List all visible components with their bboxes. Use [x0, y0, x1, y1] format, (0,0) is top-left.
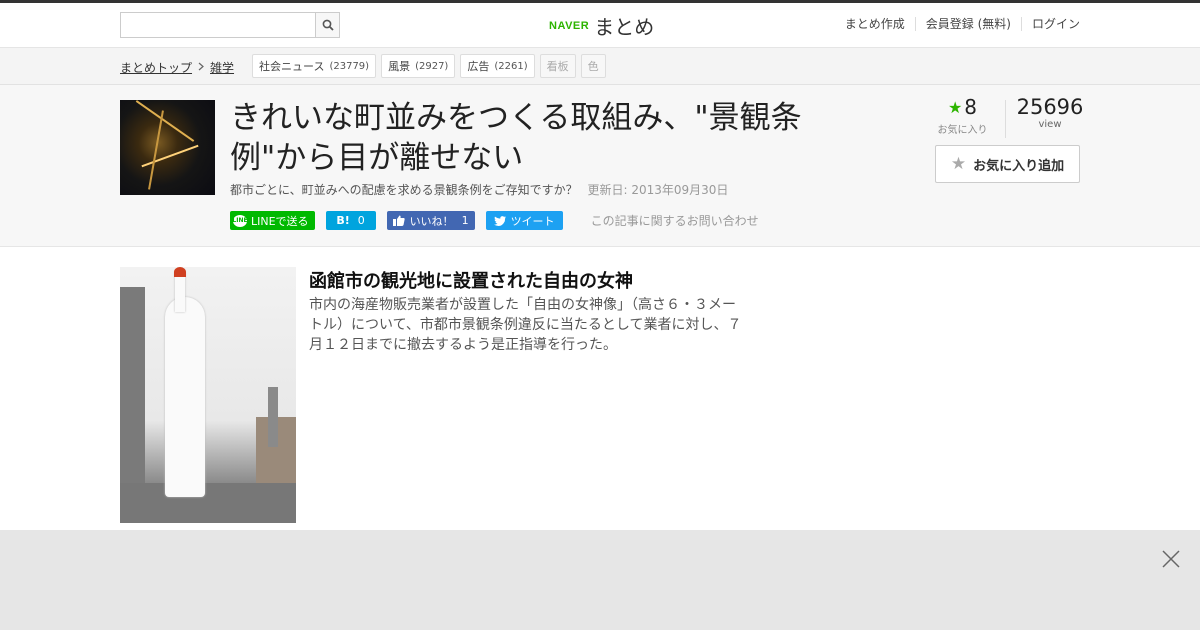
facebook-like-button[interactable]: いいね！ 1	[386, 211, 475, 230]
tag-label: 看板	[546, 60, 569, 73]
favorites-number: 8	[964, 95, 978, 119]
like-label: いいね！	[409, 214, 454, 228]
tag-item[interactable]: 社会ニュース (23779)	[252, 54, 377, 78]
add-favorite-label: お気に入り追加	[973, 158, 1065, 174]
search-icon	[322, 19, 334, 31]
ad-banner	[0, 530, 1200, 630]
inquiry-link[interactable]: この記事に関するお問い合わせ	[591, 212, 759, 229]
article-thumbnail[interactable]	[120, 100, 215, 195]
register-link[interactable]: 会員登録 (無料)	[914, 17, 1021, 31]
close-icon[interactable]	[1160, 548, 1182, 570]
tweet-label: ツイート	[510, 214, 555, 228]
logo-text: まとめ	[594, 15, 655, 39]
tag-item[interactable]: 風景 (2927)	[381, 54, 456, 78]
tag-count: (2927)	[415, 60, 449, 72]
item-description: 市内の海産物販売業者が設置した「自由の女神像」（高さ６・３メートル）について、市…	[309, 297, 742, 353]
tweet-button[interactable]: ツイート	[485, 211, 563, 230]
views-label: view	[1038, 119, 1062, 130]
article-header: きれいな町並みをつくる取組み、"景観条例"から目が離せない 都市ごとに、町並みへ…	[0, 85, 1200, 247]
article-content: 函館市の観光地に設置された自由の女神 市内の海産物販売業者が設置した「自由の女神…	[0, 247, 1200, 547]
line-icon: LINE	[232, 214, 248, 227]
tag-label: 風景	[388, 60, 411, 73]
tag-item[interactable]: 広告 (2261)	[460, 54, 535, 78]
search-box	[120, 12, 340, 38]
top-links: まとめ作成 会員登録 (無料) ログイン	[835, 17, 1080, 31]
like-count: 1	[461, 214, 469, 227]
hatena-bookmark-button[interactable]: B! 0	[325, 211, 376, 230]
breadcrumb-top[interactable]: まとめトップ	[120, 59, 192, 76]
page-title: きれいな町並みをつくる取組み、"景観条例"から目が離せない	[230, 100, 802, 176]
create-matome-link[interactable]: まとめ作成	[835, 17, 915, 31]
hatena-count: 0	[357, 214, 365, 227]
tag-item[interactable]: 看板	[539, 54, 576, 78]
top-bar: NAVER まとめ まとめ作成 会員登録 (無料) ログイン	[0, 0, 1200, 48]
line-share-button[interactable]: LINE LINEで送る	[230, 211, 315, 230]
views-number: 25696	[1016, 95, 1084, 119]
tag-count: (2261)	[494, 60, 528, 72]
article-description: 都市ごとに、町並みへの配慮を求める景観条例をご存知ですか？ 更新日: 2013年…	[230, 181, 728, 198]
add-favorite-button[interactable]: ★ お気に入り追加	[935, 145, 1080, 183]
item-title[interactable]: 函館市の観光地に設置された自由の女神	[309, 267, 633, 293]
favorites-label: お気に入り	[937, 125, 988, 136]
tag-label: 色	[587, 60, 599, 73]
description-text: 都市ごとに、町並みへの配慮を求める景観条例をご存知ですか？	[230, 183, 578, 197]
hatena-icon: B!	[336, 214, 350, 227]
tag-label: 広告	[467, 60, 490, 73]
view-count: 25696 view	[1015, 95, 1085, 130]
site-logo[interactable]: NAVER まとめ	[549, 11, 654, 40]
star-outline-icon: ★	[950, 154, 967, 174]
line-share-label: LINEで送る	[251, 214, 309, 228]
favorites-count: ★ 8 お気に入り	[935, 95, 990, 136]
chevron-right-icon	[198, 61, 204, 74]
star-icon: ★	[947, 97, 963, 117]
tag-list: 社会ニュース (23779) 風景 (2927) 広告 (2261) 看板 色	[252, 54, 611, 78]
stats-divider	[1005, 100, 1006, 138]
tag-count: (23779)	[329, 60, 370, 72]
share-bar: LINE LINEで送る B! 0 いいね！ 1 ツイート この記事に関するお問…	[230, 211, 759, 230]
logo-brand: NAVER	[549, 19, 590, 32]
category-bar: まとめトップ 雑学 社会ニュース (23779) 風景 (2927) 広告 (2261…	[0, 48, 1200, 85]
breadcrumb-category[interactable]: 雑学	[210, 59, 234, 76]
thumbs-up-icon	[392, 215, 405, 226]
search-input[interactable]	[120, 12, 315, 38]
search-button[interactable]	[315, 12, 340, 38]
tag-item[interactable]: 色	[580, 54, 606, 78]
twitter-bird-icon	[493, 215, 506, 226]
updated-date: 更新日: 2013年09月30日	[587, 183, 729, 197]
item-image[interactable]	[120, 267, 296, 523]
login-link[interactable]: ログイン	[1020, 17, 1080, 31]
breadcrumb: まとめトップ 雑学	[120, 59, 234, 76]
tag-label: 社会ニュース	[259, 60, 325, 73]
